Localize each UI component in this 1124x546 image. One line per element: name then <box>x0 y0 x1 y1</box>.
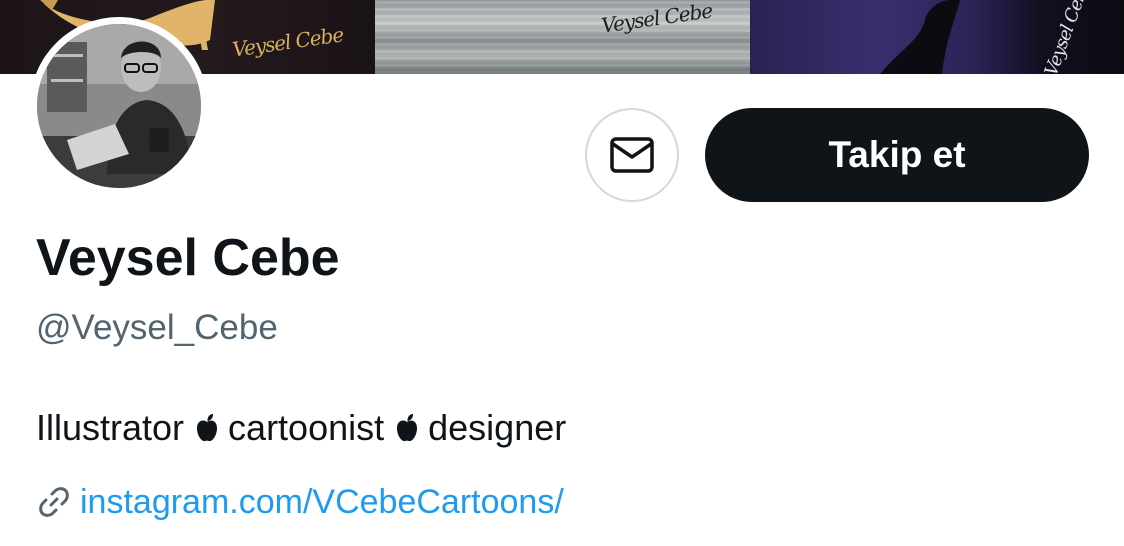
banner-panel-middle: Veysel Cebe <box>375 0 750 74</box>
follow-button[interactable]: Takip et <box>705 108 1089 202</box>
avatar-photo <box>37 24 201 188</box>
website-link[interactable]: instagram.com/VCebeCartoons/ <box>80 480 564 524</box>
message-button[interactable] <box>585 108 679 202</box>
username-handle: @Veysel_Cebe <box>36 308 278 347</box>
profile-website: instagram.com/VCebeCartoons/ <box>36 480 564 524</box>
avatar[interactable] <box>30 17 208 195</box>
bio-text: Illustrator <box>36 407 185 448</box>
apple-logo-icon <box>197 414 218 442</box>
banner-signature: Veysel Cebe <box>599 0 714 38</box>
bio-text: cartoonist <box>228 407 385 448</box>
link-icon <box>39 487 69 517</box>
banner-panel-right: Veysel Cebe <box>750 0 1124 74</box>
bio-text: designer <box>428 407 567 448</box>
envelope-icon <box>610 137 654 173</box>
avatar-image <box>37 24 201 188</box>
apple-logo-icon <box>397 414 418 442</box>
profile-bio: Illustrator cartoonist designer <box>36 405 566 451</box>
display-name: Veysel Cebe <box>36 229 340 287</box>
